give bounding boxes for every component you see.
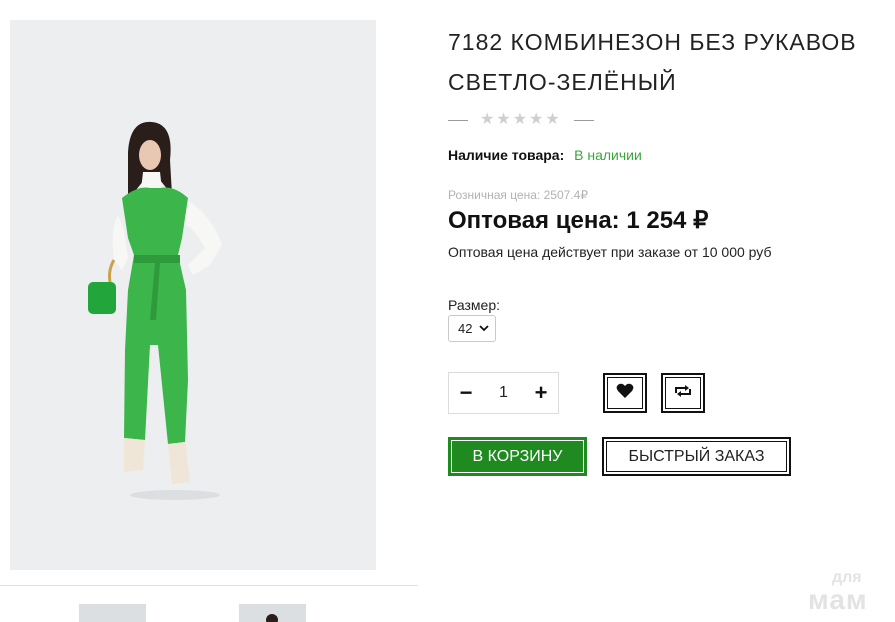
retail-price: Розничная цена: 2507.4₽ [448,188,588,202]
star-icon[interactable]: ★ [496,110,510,130]
availability-status: В наличии [574,147,642,163]
wholesale-price: Оптовая цена: 1 254 ₽ [448,206,708,235]
rating-divider-left [448,119,468,121]
thumbnail-divider [0,585,418,586]
wholesale-note: Оптовая цена действует при заказе от 10 … [448,244,772,260]
product-main-image[interactable] [10,20,376,570]
thumbnail-image-2[interactable] [239,604,306,622]
compare-arrows-icon [673,383,693,404]
thumbnail-image-1[interactable] [79,604,146,622]
size-label: Размер: [448,297,501,313]
star-icon[interactable]: ★ [513,110,527,130]
decrease-quantity-button[interactable]: − [457,382,475,404]
add-to-compare-button[interactable] [661,373,705,413]
rating-stars[interactable]: ★ ★ ★ ★ ★ [480,110,560,130]
chevron-down-icon [479,323,490,335]
product-title: 7182 КОМБИНЕЗОН БЕЗ РУКАВОВ СВЕТЛО-ЗЕЛЁН… [448,29,857,95]
quick-order-button[interactable]: БЫСТРЫЙ ЗАКАЗ [602,437,791,476]
watermark-logo: для мам [808,570,868,614]
watermark-line-2: мам [808,584,868,615]
size-select[interactable]: 42 [448,315,496,342]
size-selected-value: 42 [458,321,473,336]
wholesale-price-value: Оптовая цена: 1 254 [448,207,687,234]
currency-symbol: ₽ [693,207,709,234]
star-icon[interactable]: ★ [529,110,543,130]
increase-quantity-button[interactable]: + [532,382,550,404]
add-to-favorites-button[interactable] [603,373,647,413]
star-icon[interactable]: ★ [545,110,559,130]
availability-label: Наличие товара: [448,147,565,163]
availability: Наличие товара: В наличии [448,147,642,163]
quantity-value[interactable]: 1 [499,384,508,402]
quantity-stepper: − 1 + [448,372,559,414]
rating-divider-right [573,119,594,121]
star-icon[interactable]: ★ [480,110,494,130]
add-to-cart-button[interactable]: В КОРЗИНУ [448,437,587,476]
product-photo-illustration [10,20,376,570]
heart-icon [616,383,634,404]
rating: ★ ★ ★ ★ ★ [448,110,594,130]
